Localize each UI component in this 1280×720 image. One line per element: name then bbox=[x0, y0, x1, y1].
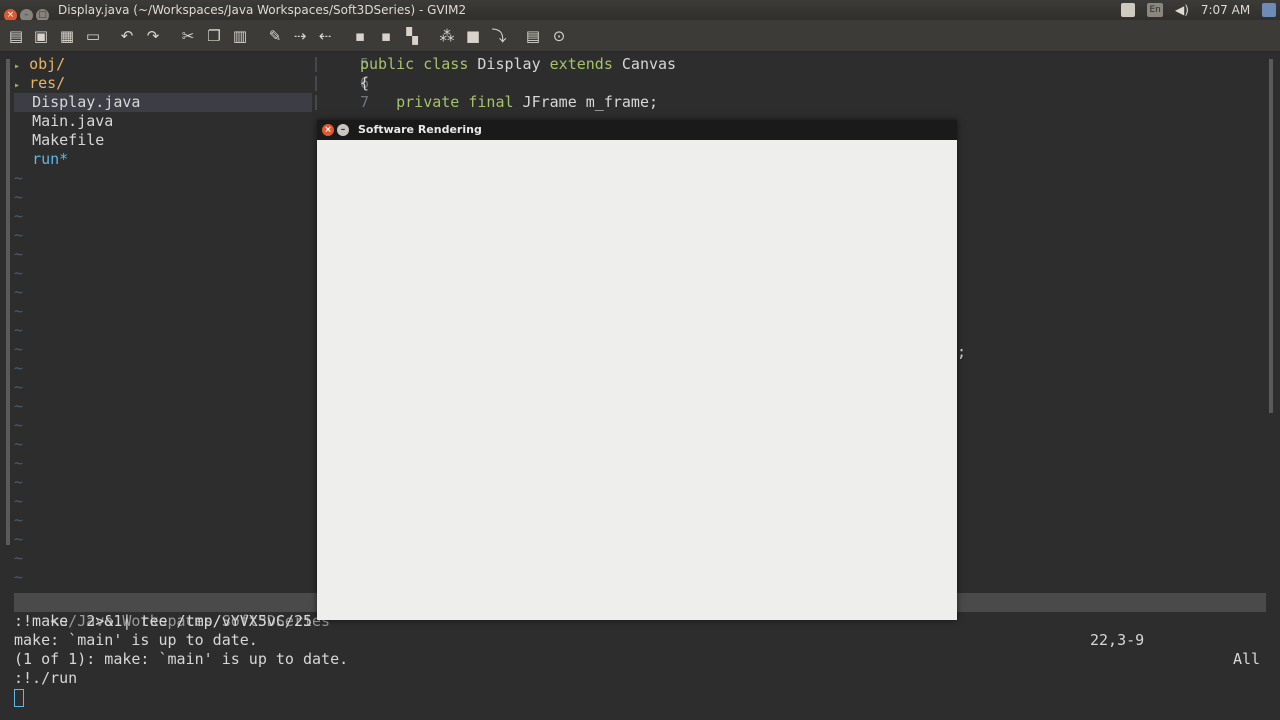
find-help-icon[interactable]: ⊙ bbox=[549, 27, 569, 45]
tree-item-display-java[interactable]: Display.java bbox=[14, 93, 312, 112]
text-cursor[interactable] bbox=[14, 689, 24, 707]
tree-item-label: res/ bbox=[29, 74, 66, 92]
empty-line-marker: ~ bbox=[14, 359, 24, 377]
empty-line-marker: ~ bbox=[14, 321, 24, 339]
code-text: { bbox=[360, 74, 370, 92]
software-rendering-titlebar[interactable]: × – Software Rendering bbox=[317, 120, 957, 140]
tree-scrollbar[interactable] bbox=[6, 59, 10, 545]
open-icon[interactable]: ▤ bbox=[6, 27, 26, 45]
code-line[interactable]: public class Display extends Canvas bbox=[360, 55, 676, 74]
code-text: JFrame m_frame; bbox=[513, 93, 659, 111]
expand-arrow-icon[interactable]: ▸ bbox=[14, 61, 20, 72]
cursor-position: 22,3-9 bbox=[1090, 631, 1145, 649]
title-bar: × – □ Display.java (~/Workspaces/Java Work… bbox=[0, 0, 1280, 22]
help-icon[interactable]: ▤ bbox=[523, 27, 543, 45]
empty-line-marker: ~ bbox=[14, 511, 24, 529]
session-icon[interactable] bbox=[1262, 3, 1276, 17]
find-replace-icon[interactable]: ✎ bbox=[265, 27, 285, 45]
empty-line-marker: ~ bbox=[14, 226, 24, 244]
tree-item-res[interactable]: ▸ res/ bbox=[14, 74, 65, 93]
toolbar: ▤ ▣ ▦ ▭ ↶ ↷ ✂ ❐ ▥ ✎ ⇢ ⇠ ▪ ▪ ▚ ⁂ ■ ⤵ ▤ ⊙ bbox=[0, 20, 1280, 52]
run-script-icon[interactable]: ▚ bbox=[402, 27, 422, 45]
clock[interactable]: 7:07 AM bbox=[1201, 0, 1250, 20]
scroll-percent: All bbox=[1233, 650, 1261, 668]
close-icon[interactable]: × bbox=[322, 124, 334, 136]
command-line: :!./run bbox=[14, 669, 78, 687]
print-icon[interactable]: ▭ bbox=[83, 27, 103, 45]
code-keyword: public class bbox=[360, 55, 469, 73]
command-output-line: make: `main' is up to date. bbox=[14, 631, 258, 649]
fold-column bbox=[315, 95, 317, 110]
empty-line-marker: ~ bbox=[14, 530, 24, 548]
code-text: Display bbox=[468, 55, 550, 73]
code-keyword: private final bbox=[360, 93, 514, 111]
language-indicator[interactable]: En bbox=[1147, 3, 1164, 17]
find-next-icon[interactable]: ⇢ bbox=[290, 27, 310, 45]
empty-line-marker: ~ bbox=[14, 188, 24, 206]
window-title: Display.java (~/Workspaces/Java Workspac… bbox=[58, 3, 467, 17]
tree-item-label: Makefile bbox=[32, 131, 105, 149]
fold-column bbox=[315, 76, 317, 91]
minimize-icon[interactable]: – bbox=[337, 124, 349, 136]
code-scrollbar[interactable] bbox=[1269, 59, 1273, 413]
command-line: :!make 2>&1| tee /tmp/vYVX5vC/25 bbox=[14, 612, 313, 630]
expand-arrow-icon[interactable]: ▸ bbox=[14, 80, 20, 91]
make-icon[interactable]: ⁂ bbox=[437, 27, 457, 45]
volume-icon[interactable]: ◀) bbox=[1175, 3, 1189, 17]
code-text: Canvas bbox=[612, 55, 677, 73]
load-session-icon[interactable]: ▪ bbox=[350, 27, 370, 45]
code-keyword: extends bbox=[549, 55, 613, 73]
empty-line-marker: ~ bbox=[14, 283, 24, 301]
save-icon[interactable]: ▣ bbox=[31, 27, 51, 45]
tree-item-label: Main.java bbox=[32, 112, 114, 130]
redo-icon[interactable]: ↷ bbox=[143, 27, 163, 45]
empty-line-marker: ~ bbox=[14, 302, 24, 320]
system-tray: En ◀) 7:07 AM bbox=[1121, 0, 1280, 20]
file-tree-pane[interactable]: ▸ obj/ ▸ res/ Display.java Main.java Mak… bbox=[0, 53, 313, 593]
tree-item-label: Display.java bbox=[32, 93, 141, 111]
build-tags-icon[interactable]: ■ bbox=[463, 27, 483, 45]
empty-line-marker: ~ bbox=[14, 264, 24, 282]
software-rendering-window[interactable]: × – Software Rendering bbox=[317, 120, 957, 620]
paste-icon[interactable]: ▥ bbox=[230, 27, 250, 45]
tree-item-main-java[interactable]: Main.java bbox=[14, 112, 113, 131]
empty-line-marker: ~ bbox=[14, 416, 24, 434]
tree-item-makefile[interactable]: Makefile bbox=[14, 131, 104, 150]
undo-icon[interactable]: ↶ bbox=[117, 27, 137, 45]
copy-icon[interactable]: ❐ bbox=[204, 27, 224, 45]
tree-item-label: obj/ bbox=[29, 55, 66, 73]
code-line[interactable]: private final JFrame m_frame; bbox=[360, 93, 658, 112]
empty-line-marker: ~ bbox=[14, 340, 24, 358]
empty-line-marker: ~ bbox=[14, 568, 24, 586]
empty-line-marker: ~ bbox=[14, 397, 24, 415]
tree-item-label: run* bbox=[32, 150, 69, 168]
empty-line-marker: ~ bbox=[14, 492, 24, 510]
empty-line-marker: ~ bbox=[14, 207, 24, 225]
find-prev-icon[interactable]: ⇠ bbox=[315, 27, 335, 45]
empty-line-marker: ~ bbox=[14, 549, 24, 567]
empty-line-marker: ~ bbox=[14, 454, 24, 472]
empty-line-marker: ~ bbox=[14, 169, 24, 187]
tree-item-run[interactable]: run* bbox=[14, 150, 68, 169]
jump-tag-icon[interactable]: ⤵ bbox=[489, 27, 509, 45]
empty-line-marker: ~ bbox=[14, 245, 24, 263]
code-fragment: ; bbox=[957, 343, 967, 361]
command-output-line: (1 of 1): make: `main' is up to date. bbox=[14, 650, 349, 668]
render-canvas[interactable] bbox=[317, 140, 957, 620]
save-all-icon[interactable]: ▦ bbox=[57, 27, 77, 45]
empty-line-marker: ~ bbox=[14, 378, 24, 396]
software-rendering-title: Software Rendering bbox=[358, 123, 482, 136]
fold-column bbox=[315, 57, 317, 72]
empty-line-marker: ~ bbox=[14, 435, 24, 453]
cut-icon[interactable]: ✂ bbox=[178, 27, 198, 45]
code-line[interactable]: { bbox=[360, 74, 369, 93]
keyboard-icon[interactable] bbox=[1121, 3, 1136, 17]
save-session-icon[interactable]: ▪ bbox=[376, 27, 396, 45]
tree-item-obj[interactable]: ▸ obj/ bbox=[14, 55, 65, 74]
empty-line-marker: ~ bbox=[14, 473, 24, 491]
